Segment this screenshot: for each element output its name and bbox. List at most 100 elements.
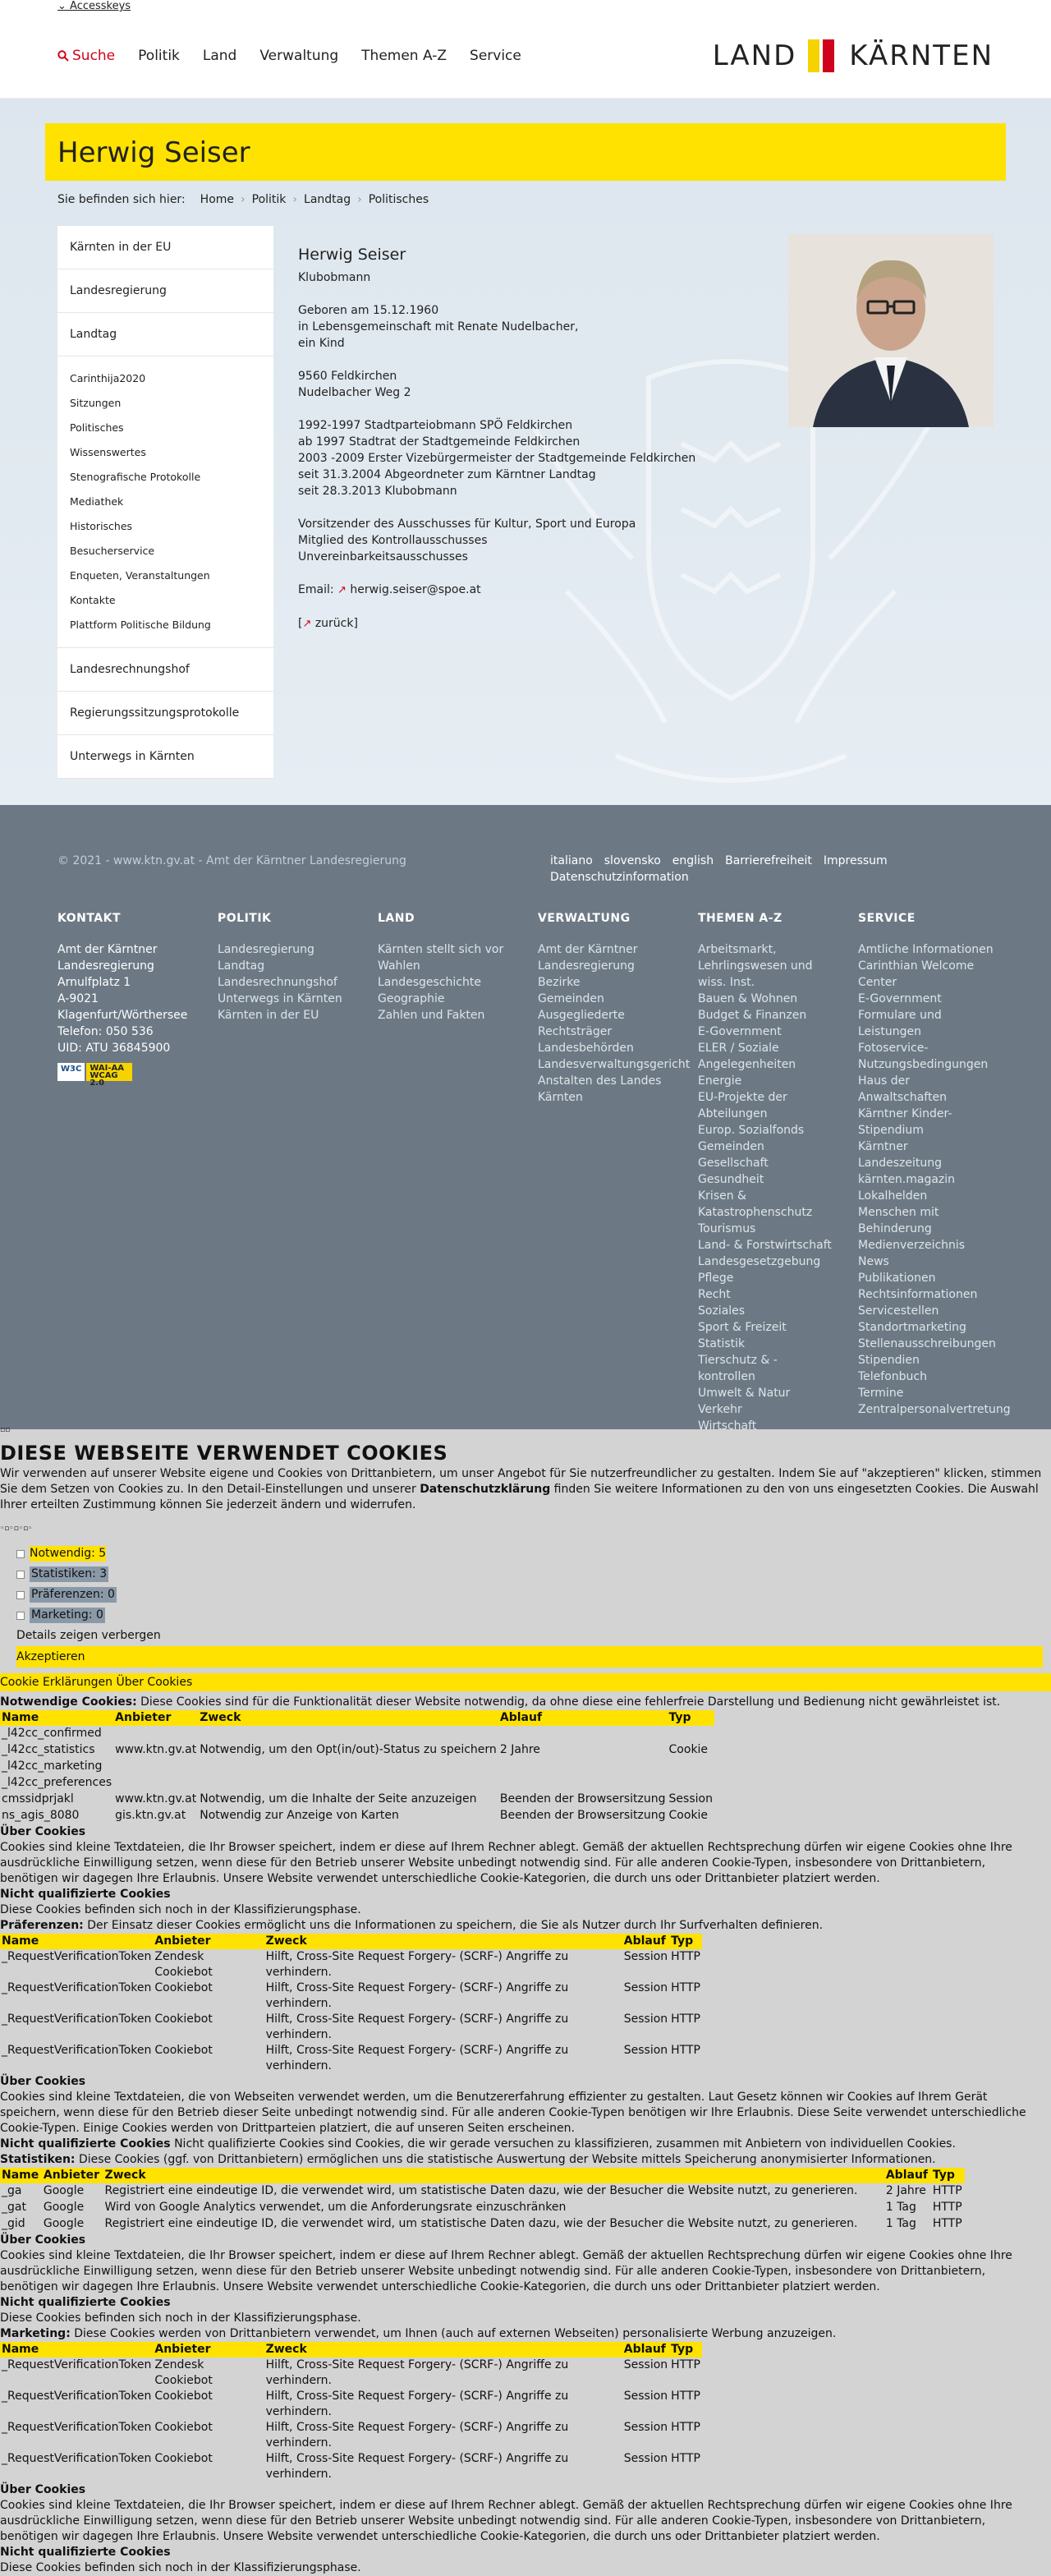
footer-link[interactable]: Umwelt & Natur [698, 1385, 850, 1401]
footer-link[interactable]: Kärnten [538, 1089, 690, 1106]
footer-link[interactable]: EU-Projekte der [698, 1089, 850, 1106]
accept-button[interactable]: Akzeptieren [16, 1645, 1043, 1668]
footer-link[interactable]: E-Government [858, 991, 1010, 1007]
footer-link[interactable]: Tourismus [698, 1221, 850, 1237]
footer-link[interactable]: kärnten.magazin [858, 1171, 1010, 1188]
nav-service[interactable]: Service [470, 48, 521, 64]
footer-link[interactable]: Recht [698, 1286, 850, 1303]
footer-link[interactable]: E-Government [698, 1024, 850, 1040]
footer-link[interactable]: Nutzungsbedingungen [858, 1056, 1010, 1073]
footer-link-impressum[interactable]: Impressum [824, 854, 888, 867]
footer-link[interactable]: Zentralpersonalvertretung [858, 1401, 1011, 1418]
footer-link[interactable]: Rechtsträger [538, 1024, 690, 1040]
footer-link[interactable]: Europ. Sozialfonds [698, 1122, 850, 1138]
checkbox[interactable] [16, 1549, 25, 1558]
footer-link[interactable]: Menschen mit [858, 1204, 1010, 1221]
breadcrumb-landtag[interactable]: Landtag [304, 193, 351, 206]
nav-politik[interactable]: Politik [138, 48, 180, 64]
submenu-item[interactable]: Besucherservice [70, 539, 261, 564]
footer-link[interactable]: Gesellschaft [698, 1155, 850, 1171]
footer-link[interactable]: Anstalten des Landes [538, 1073, 690, 1089]
footer-link[interactable]: Kärnten in der EU [218, 1007, 369, 1024]
submenu-item[interactable]: Plattform Politische Bildung [70, 613, 261, 637]
footer-link-english[interactable]: english [672, 854, 714, 867]
footer-link[interactable]: Angelegenheiten [698, 1056, 850, 1073]
footer-link-slovensko[interactable]: slovensko [604, 854, 661, 867]
breadcrumb-politisches[interactable]: Politisches [369, 193, 429, 206]
footer-link[interactable]: Stipendium [858, 1122, 1010, 1138]
footer-link[interactable]: Landesgesetzgebung [698, 1254, 850, 1270]
nav-land[interactable]: Land [203, 48, 236, 64]
footer-link[interactable]: Stellenausschreibungen [858, 1336, 1010, 1352]
footer-link-italiano[interactable]: italiano [550, 854, 593, 867]
footer-link[interactable]: Wahlen [378, 958, 530, 974]
footer-link[interactable]: Abteilungen [698, 1106, 850, 1122]
footer-link-datenschutz[interactable]: Datenschutzinformation [550, 871, 689, 884]
footer-link[interactable]: Lehrlingswesen und [698, 958, 850, 974]
footer-link[interactable]: Sport & Freizeit [698, 1319, 850, 1336]
footer-link[interactable]: Landesgeschichte [378, 974, 530, 991]
submenu-item[interactable]: Politisches [70, 416, 261, 440]
sidebar-item-eu[interactable]: Kärnten in der EU [57, 226, 273, 269]
footer-link[interactable]: Arbeitsmarkt, [698, 941, 850, 958]
footer-link[interactable]: Amtliche Informationen [858, 941, 1010, 958]
sidebar-item-landesregierung[interactable]: Landesregierung [57, 269, 273, 313]
footer-link[interactable]: Katastrophenschutz [698, 1204, 850, 1221]
close-icons[interactable]: ▫▫ [0, 1423, 10, 1438]
footer-link[interactable]: Geographie [378, 991, 530, 1007]
breadcrumb-home[interactable]: Home [200, 193, 234, 206]
category-necessary[interactable]: Notwendig: 5 [16, 1543, 1051, 1564]
email-link[interactable]: herwig.seiser@spoe.at [350, 583, 480, 596]
footer-link[interactable]: Behinderung [858, 1221, 1010, 1237]
footer-link[interactable]: Statistik [698, 1336, 850, 1352]
footer-link[interactable]: Kärntner Kinder- [858, 1106, 1010, 1122]
footer-link[interactable]: Landesbehörden [538, 1040, 690, 1056]
checkbox[interactable] [16, 1611, 25, 1620]
footer-link[interactable]: Formulare und [858, 1007, 1010, 1024]
footer-link[interactable]: Leistungen [858, 1024, 1010, 1040]
footer-link[interactable]: Servicestellen [858, 1303, 1010, 1319]
footer-link[interactable]: Verkehr [698, 1401, 850, 1418]
site-logo[interactable]: LAND KÄRNTEN [713, 39, 994, 72]
footer-link[interactable]: Gesundheit [698, 1171, 850, 1188]
footer-link[interactable]: Gemeinden [698, 1138, 850, 1155]
footer-link[interactable]: Energie [698, 1073, 850, 1089]
footer-link[interactable]: Bauen & Wohnen [698, 991, 850, 1007]
submenu-item[interactable]: Sitzungen [70, 391, 261, 416]
category-marketing[interactable]: Marketing: 0 [16, 1605, 1051, 1626]
sidebar-item-rechnungshof[interactable]: Landesrechnungshof [57, 648, 273, 692]
sidebar-item-protokolle[interactable]: Regierungssitzungsprotokolle [57, 692, 273, 735]
footer-link[interactable]: Landeszeitung [858, 1155, 1010, 1171]
nav-verwaltung[interactable]: Verwaltung [259, 48, 338, 64]
submenu-item[interactable]: Wissenswertes [70, 440, 261, 465]
accesskeys-link[interactable]: ⌄ Accesskeys [57, 0, 131, 12]
radio-row[interactable]: ◦▫◦▫◦▫◦ [0, 1521, 1051, 1537]
category-preferences[interactable]: Präferenzen: 0 [16, 1585, 1051, 1605]
sidebar-item-unterwegs[interactable]: Unterwegs in Kärnten [57, 735, 273, 779]
checkbox[interactable] [16, 1590, 25, 1599]
footer-link[interactable]: Landesverwaltungsgericht [538, 1056, 690, 1073]
footer-link[interactable]: Tierschutz & - [698, 1352, 850, 1368]
footer-link[interactable]: Termine [858, 1385, 1010, 1401]
footer-link[interactable]: kontrollen [698, 1368, 850, 1385]
footer-link[interactable]: Kärntner [858, 1138, 1010, 1155]
nav-themen[interactable]: Themen A-Z [361, 48, 447, 64]
footer-link[interactable]: Carinthian Welcome [858, 958, 1010, 974]
footer-link[interactable]: Budget & Finanzen [698, 1007, 850, 1024]
footer-link[interactable]: Center [858, 974, 1010, 991]
footer-link[interactable]: Zahlen und Fakten [378, 1007, 530, 1024]
footer-link[interactable]: Bezirke [538, 974, 690, 991]
footer-link[interactable]: Rechtsinformationen [858, 1286, 1010, 1303]
footer-link[interactable]: Unterwegs in Kärnten [218, 991, 369, 1007]
footer-link-barrierefreiheit[interactable]: Barrierefreiheit [725, 854, 812, 867]
submenu-item[interactable]: Enqueten, Veranstaltungen [70, 564, 261, 588]
footer-link[interactable]: Anwaltschaften [858, 1089, 1010, 1106]
footer-link[interactable]: Publikationen [858, 1270, 1010, 1286]
submenu-item[interactable]: Kontakte [70, 588, 261, 613]
footer-link[interactable]: Haus der [858, 1073, 1010, 1089]
footer-link[interactable]: Telefonbuch [858, 1368, 1010, 1385]
search-link[interactable]: Suche [57, 48, 115, 64]
wai-badge[interactable]: W3C WAI-AA WCAG 2.0 [57, 1063, 209, 1088]
breadcrumb-politik[interactable]: Politik [252, 193, 287, 206]
cookie-tabs[interactable]: Cookie Erklärungen Über Cookies [0, 1673, 1051, 1691]
